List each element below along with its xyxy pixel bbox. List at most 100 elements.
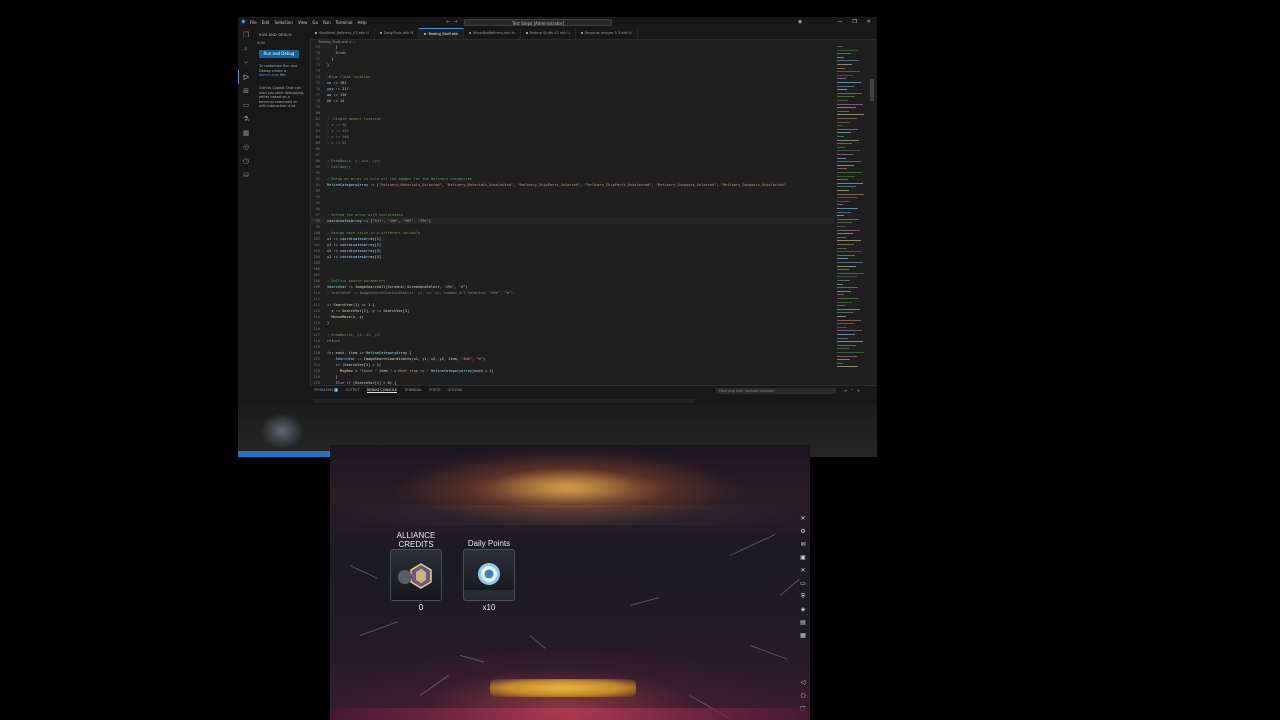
run-and-debug-button[interactable]: Run and Debug [259,50,299,58]
code-token: := [ [361,219,373,223]
tab-terminal[interactable]: TERMINAL [404,388,422,393]
maximize-panel-icon[interactable]: ⌃ [850,388,853,393]
reward-card-daily-points[interactable] [463,549,515,601]
code-line[interactable]: 98 coordinatesArray := ["541", "356", "98… [310,218,834,224]
minimap-line [837,272,864,274]
calendar-icon[interactable]: ▦ [799,629,807,642]
menu-selection[interactable]: Selection [274,20,292,25]
code-token: := [355,357,364,361]
copilot-icon[interactable]: ◉ [798,19,802,25]
code-token: "AHK" [443,285,455,289]
panel-tabs: PROBLEMS 1 OUTPUT DEBUG CONSOLE TERMINAL … [314,388,462,393]
code-editor[interactable]: 69 } 70 Break 71 } 72} 73 74 ;Blue Claim locat… [310,44,834,385]
nav-arrows[interactable]: ← → [446,19,458,25]
code-token: Break [327,51,347,55]
code-line[interactable]: 110; SearchVar := ImageSearchCoordinates… [310,290,514,296]
database-icon[interactable]: ⛁ [238,168,254,182]
extension-panel-icon[interactable]: ▦ [238,126,254,140]
home-icon[interactable]: ○ [799,689,807,702]
menu-edit[interactable]: Edit [262,20,270,25]
timeline-icon[interactable]: ◷ [238,154,254,168]
light-streak [419,675,449,696]
light-streak [729,533,776,556]
claim-button[interactable] [490,679,636,697]
menu-bar: File Edit Selection View Go Run Terminal… [250,20,367,25]
code-token: 217 [342,87,349,91]
tab-debug-console[interactable]: DEBUG CONSOLE [366,388,398,393]
mail-icon[interactable]: ✉ [799,538,807,551]
editor-tab[interactable]: StarSteal_Refinery_V2.ahk U [310,28,375,39]
panel-actions: ≡ ⌃ ✕ [844,388,860,393]
chat-icon[interactable]: ▭ [799,577,807,590]
close-panel-icon[interactable]: ✕ [857,388,860,393]
activity-bar: ❐ ⌕ ⑂ ▷ ⊞ ▭ ⚗ ▦ ◎ ◷ ⛁ [238,28,254,457]
code-token: SearchVar [327,357,356,361]
minimap-line [837,161,861,163]
minimap-line [837,301,852,303]
tab-gitlens[interactable]: GITLENS [447,388,462,393]
clear-console-icon[interactable]: ≡ [844,388,847,393]
editor-tab[interactable]: Testing_Stuff.ahk [419,28,465,39]
file-type-icon [315,32,317,34]
launch-json-link[interactable]: launch.json [259,73,279,77]
minimap-line [837,269,849,271]
extensions-icon[interactable]: ⊞ [238,84,254,98]
run-debug-icon[interactable]: ▷ [238,70,254,84]
code-token: "356" [387,219,399,223]
minimap-line [837,211,851,213]
code-token: (Screens\.ScreenAndSelect, [385,285,444,289]
minimap-line [837,139,859,141]
event-icon[interactable]: ◈ [799,603,807,616]
cross-icon[interactable]: ✕ [799,564,807,577]
title-bar: ◆ File Edit Selection View Go Run Termin… [238,17,877,28]
tab-problems[interactable]: PROBLEMS 1 [314,388,339,393]
editor-tab[interactable]: Rewards images 1-3.ahk U [576,28,638,39]
alliance-icon[interactable]: ⛨ [799,590,807,603]
source-control-icon[interactable]: ⑂ [238,56,254,70]
debug-console-filter[interactable]: Filter (e.g. text, !exclude, \escape) [716,388,836,394]
editor-tab[interactable]: DailyFinds.ahk M [375,28,420,39]
menu-file[interactable]: File [250,20,257,25]
back-icon[interactable]: ◁ [799,676,807,689]
minimap-line [837,154,853,155]
explorer-icon[interactable]: ❐ [238,28,254,42]
inventory-icon[interactable]: ▣ [799,551,807,564]
close-icon[interactable]: ✕ [799,512,807,525]
gitlens-icon[interactable]: ◎ [238,140,254,154]
minimap-line [837,85,854,87]
code-token: coordinatesArray [339,237,375,241]
minimap[interactable] [835,44,867,385]
testing-icon[interactable]: ⚗ [238,112,254,126]
editor-scrollbar[interactable] [870,79,874,101]
menu-help[interactable]: Help [358,20,367,25]
menu-terminal[interactable]: Terminal [336,20,353,25]
menu-run[interactable]: Run [323,20,331,25]
code-token: RefineCategoryArray [428,369,472,373]
editor-tab[interactable]: Testing Stuffs V2.ahk U [521,28,576,39]
remote-explorer-icon[interactable]: ▭ [238,98,254,112]
minimap-line [837,121,850,123]
minimap-line [837,348,849,350]
settings-icon[interactable]: ⚙ [799,525,807,538]
code-token: "Refinery_ShipParts_Selected" [517,183,581,187]
minimap-line [837,362,843,364]
command-center-search[interactable]: Test Steps [Administrator] [464,19,612,26]
vscode-window: ◆ File Edit Selection View Go Run Termin… [238,17,877,457]
editor-tab[interactable]: MinerBotRefinery.ahk M [464,28,521,39]
minimap-line [837,107,856,109]
light-streak [529,635,546,649]
menu-go[interactable]: Go [312,20,318,25]
search-icon[interactable]: ⌕ [238,42,254,56]
tab-ports[interactable]: PORTS [429,388,440,393]
code-token: item [376,369,390,373]
maximize-button[interactable]: ❐ [852,19,856,25]
minimize-button[interactable]: — [837,19,842,25]
close-button[interactable]: ✕ [867,19,871,25]
tab-output[interactable]: OUTPUT [345,388,359,393]
trash-icon[interactable]: ▤ [799,616,807,629]
code-line[interactable]: 92 RefineCategoryArray := ["Refinery_Mate… [310,182,786,188]
menu-view[interactable]: View [298,20,308,25]
minimap-line [837,229,860,231]
sidebar-section-run[interactable]: RUN [257,41,265,45]
reward-card-alliance-credits[interactable] [390,549,442,601]
